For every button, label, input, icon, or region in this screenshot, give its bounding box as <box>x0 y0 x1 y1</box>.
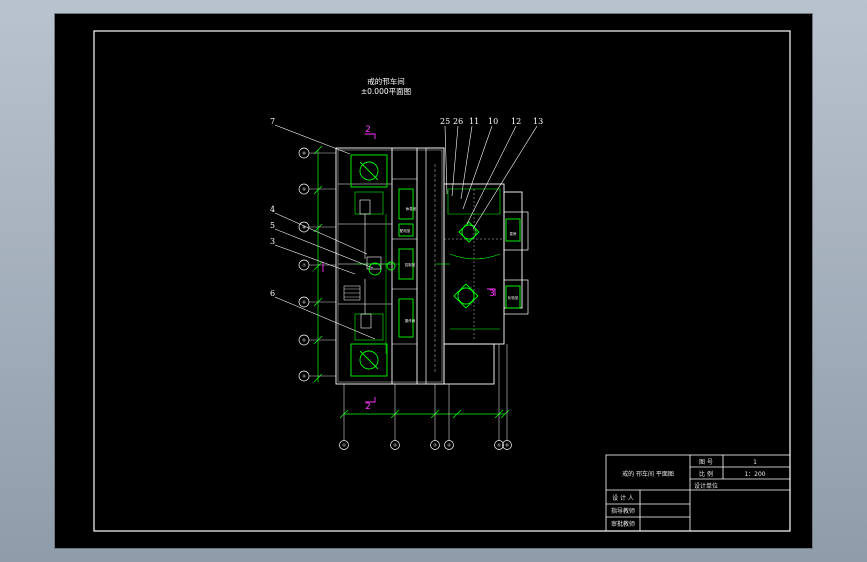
axis-label-b4: ④ <box>447 443 451 448</box>
room-label-1: 休息室 <box>406 206 417 211</box>
title-block-row1-label: 图 号 <box>699 459 713 466</box>
axis-label-b3: ③ <box>433 443 437 448</box>
section-marks <box>322 133 496 403</box>
title-block-row2-value: 1：200 <box>744 471 765 478</box>
axis-label-6: ⑥ <box>302 300 306 305</box>
left-building <box>335 147 445 385</box>
section-mark-bottom: 2 <box>365 402 371 412</box>
callout-26: 26 <box>453 117 463 126</box>
axis-label-4: ④ <box>302 374 306 379</box>
cad-drawing: 戒的邗车间 ±0.000平面图 ⑩ ⑨ ⑧ ⑦ ⑥ ⑤ ④ ① ② ③ ④ ⑤ … <box>93 30 791 532</box>
drawing-sheet: 戒的邗车间 ±0.000平面图 ⑩ ⑨ ⑧ ⑦ ⑥ ⑤ ④ ① ② ③ ④ ⑤ … <box>55 14 812 548</box>
room-label-6: 化验室 <box>508 295 519 300</box>
axis-label-b1: ① <box>342 443 346 448</box>
room-label-2: 配电室 <box>400 228 411 233</box>
callout-4: 4 <box>270 205 275 214</box>
drawing-title-line1: 戒的邗车间 <box>367 76 405 86</box>
room-label-4: 操作间 <box>405 318 416 323</box>
callout-3: 3 <box>270 237 275 246</box>
axis-label-b6: ⑥ <box>505 443 509 448</box>
axis-label-10: ⑩ <box>302 151 306 156</box>
title-block-reviewer-label: 审批教师 <box>611 520 635 528</box>
room-label-3: 控制室 <box>405 262 416 267</box>
axis-label-9: ⑨ <box>302 187 306 192</box>
callout-6: 6 <box>270 289 275 298</box>
title-block-designer-label: 设 计 人 <box>612 494 634 502</box>
title-block-row1-value: 1 <box>753 459 757 466</box>
callout-10: 10 <box>488 117 498 126</box>
left-dimension <box>313 145 323 383</box>
callout-12: 12 <box>511 117 521 126</box>
title-block-row2-label: 比 例 <box>699 470 713 478</box>
callout-25: 25 <box>440 117 450 126</box>
callout-13: 13 <box>533 117 543 126</box>
bottom-axis-bubbles <box>339 344 512 450</box>
callout-11: 11 <box>469 117 479 126</box>
title-block-row3-label: 设计单位 <box>694 482 718 490</box>
left-axis-bubbles: ⑩ ⑨ ⑧ ⑦ ⑥ ⑤ ④ <box>298 147 336 382</box>
drawing-title-line2: ±0.000平面图 <box>361 87 411 96</box>
title-block-drawing-name: 戒的 邗车间 平面图 <box>622 470 674 478</box>
corridor <box>425 147 445 385</box>
axis-label-5: ⑤ <box>302 338 306 343</box>
section-mark-top: 2 <box>365 125 371 135</box>
room-label-5: 泵房 <box>510 231 518 236</box>
callout-5: 5 <box>270 221 275 230</box>
axis-label-7: ⑦ <box>302 263 306 268</box>
title-block <box>605 454 791 532</box>
left-equipment <box>350 154 414 377</box>
section-mark-side: 3 <box>489 289 495 299</box>
axis-label-b5: ⑤ <box>497 443 501 448</box>
right-equipment <box>435 188 521 330</box>
axis-label-b2: ② <box>393 443 397 448</box>
title-block-checker-label: 指导教师 <box>611 507 635 515</box>
callout-7: 7 <box>270 117 275 126</box>
